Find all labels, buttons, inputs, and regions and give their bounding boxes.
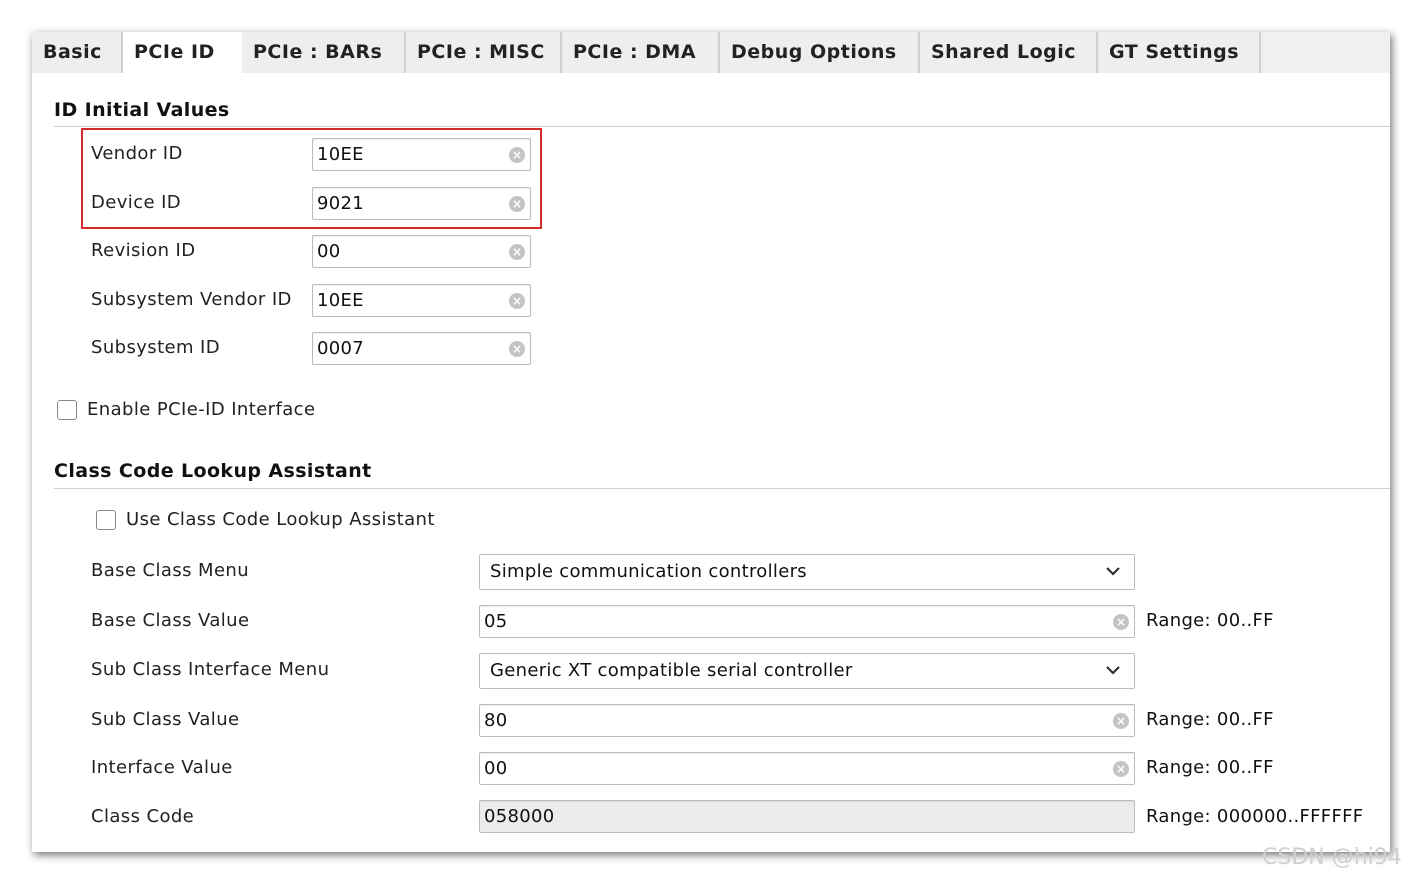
tab-shared-logic[interactable]: Shared Logic	[920, 32, 1098, 73]
subsystem-id-value: 0007	[317, 338, 365, 359]
sub-class-menu-select[interactable]: Generic XT compatible serial controller	[479, 653, 1135, 689]
enable-pcie-id-checkbox[interactable]	[57, 400, 77, 420]
tab-pcie-bars[interactable]: PCIe : BARs	[242, 32, 406, 73]
clear-icon[interactable]: ×	[509, 341, 525, 357]
subsystem-vendor-id-field[interactable]: 10EE ×	[312, 284, 531, 317]
tab-pcie-id[interactable]: PCIe ID	[123, 32, 242, 73]
device-id-field[interactable]: 9021 ×	[312, 187, 531, 220]
chevron-down-icon[interactable]	[1104, 661, 1122, 679]
interface-value-label: Interface Value	[91, 757, 233, 778]
class-code-field: 058000	[479, 800, 1135, 833]
tab-bar: Basic PCIe ID PCIe : BARs PCIe : MISC PC…	[32, 32, 1390, 73]
clear-icon[interactable]: ×	[1113, 713, 1129, 729]
subsystem-vendor-id-label: Subsystem Vendor ID	[91, 289, 292, 310]
sub-class-value-field[interactable]: 80 ×	[479, 704, 1135, 737]
class-code-range: Range: 000000..FFFFFF	[1146, 806, 1364, 827]
device-id-label: Device ID	[91, 192, 182, 213]
tab-basic[interactable]: Basic	[32, 32, 123, 73]
base-class-menu-select[interactable]: Simple communication controllers	[479, 554, 1135, 590]
use-lookup-checkbox[interactable]	[96, 510, 116, 530]
base-class-range: Range: 00..FF	[1146, 610, 1274, 631]
base-class-menu-label: Base Class Menu	[91, 560, 250, 581]
tab-debug-options[interactable]: Debug Options	[720, 32, 920, 73]
sub-class-range: Range: 00..FF	[1146, 709, 1274, 730]
clear-icon[interactable]: ×	[1113, 761, 1129, 777]
vendor-id-value: 10EE	[317, 144, 364, 165]
class-code-label: Class Code	[91, 806, 195, 827]
subsystem-id-field[interactable]: 0007 ×	[312, 332, 531, 365]
use-lookup-label: Use Class Code Lookup Assistant	[126, 509, 435, 530]
revision-id-label: Revision ID	[91, 240, 196, 261]
ip-customization-panel: Basic PCIe ID PCIe : BARs PCIe : MISC PC…	[32, 32, 1390, 852]
device-id-value: 9021	[317, 193, 365, 214]
class-code-value: 058000	[484, 806, 555, 827]
chevron-down-icon[interactable]	[1104, 562, 1122, 580]
revision-id-value: 00	[317, 241, 341, 262]
section-divider	[54, 126, 1390, 127]
interface-value-field[interactable]: 00 ×	[479, 752, 1135, 785]
interface-value: 00	[484, 758, 508, 779]
base-class-value: 05	[484, 611, 508, 632]
tab-pcie-dma[interactable]: PCIe : DMA	[562, 32, 720, 73]
clear-icon[interactable]: ×	[509, 196, 525, 212]
base-class-value-label: Base Class Value	[91, 610, 250, 631]
id-section-title: ID Initial Values	[54, 99, 230, 121]
base-class-value-field[interactable]: 05 ×	[479, 605, 1135, 638]
vendor-id-field[interactable]: 10EE ×	[312, 138, 531, 171]
sub-class-value-label: Sub Class Value	[91, 709, 240, 730]
sub-class-menu-label: Sub Class Interface Menu	[91, 659, 330, 680]
subsystem-vendor-id-value: 10EE	[317, 290, 364, 311]
interface-range: Range: 00..FF	[1146, 757, 1274, 778]
revision-id-field[interactable]: 00 ×	[312, 235, 531, 268]
class-section-title: Class Code Lookup Assistant	[54, 460, 372, 482]
clear-icon[interactable]: ×	[1113, 614, 1129, 630]
enable-pcie-id-label: Enable PCIe-ID Interface	[87, 399, 316, 420]
clear-icon[interactable]: ×	[509, 293, 525, 309]
sub-class-menu-value: Generic XT compatible serial controller	[490, 660, 853, 681]
clear-icon[interactable]: ×	[509, 244, 525, 260]
vendor-id-label: Vendor ID	[91, 143, 183, 164]
watermark: CSDN @hi94	[1262, 845, 1402, 870]
tab-gt-settings[interactable]: GT Settings	[1098, 32, 1261, 73]
clear-icon[interactable]: ×	[509, 147, 525, 163]
tab-pcie-misc[interactable]: PCIe : MISC	[406, 32, 562, 73]
subsystem-id-label: Subsystem ID	[91, 337, 221, 358]
section-divider	[54, 488, 1390, 489]
base-class-menu-value: Simple communication controllers	[490, 561, 807, 582]
sub-class-value: 80	[484, 710, 508, 731]
